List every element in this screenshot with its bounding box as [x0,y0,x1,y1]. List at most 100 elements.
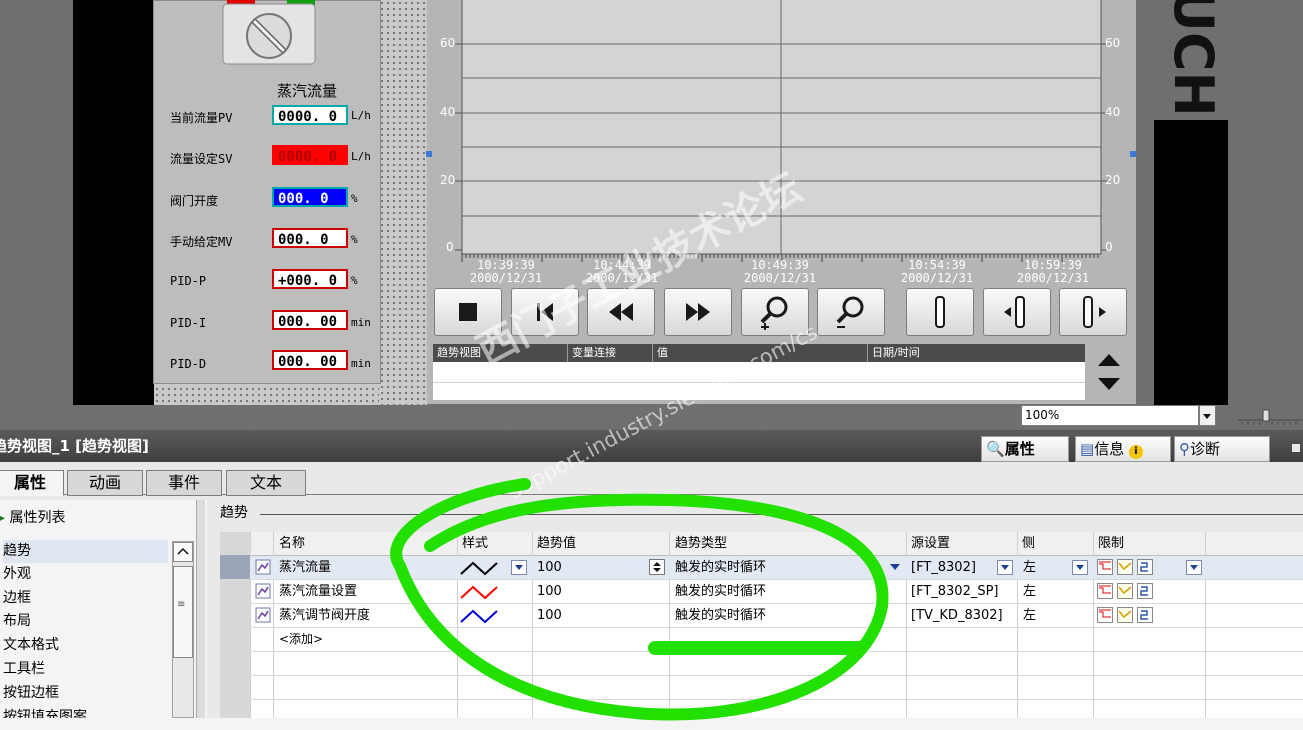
nav-item-appearance[interactable]: 外观 [3,563,31,586]
row-1-source-dropdown[interactable] [997,560,1013,575]
row-3-style-swatch[interactable] [459,607,507,625]
zoom-level-select[interactable]: 100% [1021,405,1199,426]
row-1-value[interactable]: 100 [537,556,562,579]
y-tick-left-60: 60 [440,36,456,50]
property-list-header[interactable]: ▸ 属性列表 [0,507,65,527]
col-datetime[interactable]: 日期/时间 [868,344,1082,362]
first-button[interactable] [511,288,579,336]
col-limits[interactable]: 限制 [1098,532,1124,555]
row-selector-active[interactable] [220,555,250,579]
scroll-thumb[interactable] [173,566,193,658]
row-2-source[interactable]: [FT_8302_SP] [911,580,999,603]
tab-properties[interactable]: 属性 [0,470,64,496]
table-scroll-arrows[interactable] [1095,350,1123,394]
col-tag-connection[interactable]: 变量连接 [568,344,653,362]
tab-texts[interactable]: 文本 [226,470,306,496]
trend-icon [255,559,271,575]
tab-diagnostics[interactable]: ⚲诊断 [1174,436,1270,462]
mv-unit: % [351,233,358,246]
pid-d-field[interactable]: 000. 00 [272,350,348,370]
row-1-side[interactable]: 左 [1023,556,1036,579]
zoom-out-button[interactable] [817,288,885,336]
col-source[interactable]: 源设置 [911,532,950,555]
row-3-source[interactable]: [TV_KD_8302] [911,604,1003,627]
row-1-name[interactable]: 蒸汽流量 [279,556,331,579]
nav-item-toolbar[interactable]: 工具栏 [3,658,45,681]
tab-events[interactable]: 事件 [146,470,222,496]
scroll-up-button[interactable] [173,542,193,562]
row-1-source[interactable]: [FT_8302] [911,556,976,579]
row-1-type-dropdown[interactable] [887,560,903,575]
ruler-right-button[interactable] [1059,288,1127,336]
stop-button[interactable] [434,288,502,336]
tab-properties-right[interactable]: 🔍属性 [981,436,1069,462]
selector-switch-icon[interactable] [221,0,317,66]
row-1-style-dropdown[interactable] [511,560,527,575]
nav-item-button-fill[interactable]: 按钮填充图案 [3,706,87,718]
y-tick-left-0: 0 [446,240,454,254]
pid-d-unit: min [351,357,371,370]
col-name[interactable]: 名称 [279,532,305,555]
row-1-limit-icons[interactable] [1097,559,1161,575]
splitter[interactable] [196,500,205,718]
rewind-button[interactable] [587,288,655,336]
side-label-text: UCH [1162,0,1225,117]
sv-label: 流量设定SV [170,152,233,166]
y-tick-left-40: 40 [440,105,456,119]
zoom-out-icon [836,296,864,328]
row-1-limit-dropdown[interactable] [1186,560,1202,575]
row-2-style-swatch[interactable] [459,583,507,601]
forward-button[interactable] [664,288,732,336]
spinner-icon[interactable] [649,559,665,575]
mv-value-field[interactable]: 000. 0 [272,228,348,248]
row-3-value[interactable]: 100 [537,604,562,627]
zoom-slider[interactable] [1236,408,1303,426]
value-table-divider [433,382,1085,383]
tab-info[interactable]: ▤信息 i [1075,436,1171,462]
col-side[interactable]: 侧 [1022,532,1035,555]
row-1-side-dropdown[interactable] [1072,560,1088,575]
valve-value-field[interactable]: 000. 0 [272,187,348,207]
col-trend-view[interactable]: 趋势视图 [433,344,568,362]
nav-item-button-border[interactable]: 按钮边框 [3,682,59,705]
col-value[interactable]: 值 [653,344,868,362]
nav-item-text-format[interactable]: 文本格式 [3,634,59,657]
row-2-side[interactable]: 左 [1023,580,1036,603]
tab-animation[interactable]: 动画 [67,470,143,496]
row-1-style-swatch[interactable] [459,559,507,577]
row-3-name[interactable]: 蒸汽调节阀开度 [279,604,370,627]
x-tick-4: 10:54:39 2000/12/31 [900,258,974,285]
section-rule [260,514,1303,515]
chevron-up-icon [177,547,189,555]
sv-value-field[interactable]: 0000. 0 [272,145,348,165]
row-1-type[interactable]: 触发的实时循环 [675,556,766,579]
nav-item-border[interactable]: 边框 [3,587,31,610]
row-3-type[interactable]: 触发的实时循环 [675,604,766,627]
zoom-in-button[interactable] [741,288,809,336]
zoom-dropdown-button[interactable] [1199,405,1216,426]
row-2-limit-icons[interactable] [1097,583,1161,599]
pid-i-field[interactable]: 000. 00 [272,310,348,330]
pv-value-field[interactable]: 0000. 0 [272,105,348,125]
nav-item-layout[interactable]: 布局 [3,610,31,633]
row-3-limit-icons[interactable] [1097,607,1161,623]
resize-handle-left[interactable] [426,151,432,157]
row-2-name[interactable]: 蒸汽流量设置 [279,580,357,603]
ruler-button[interactable] [906,288,974,336]
slider-thumb [1262,409,1270,422]
col-trend-type[interactable]: 趋势类型 [675,532,727,555]
col-trend-value[interactable]: 趋势值 [537,532,576,555]
panel-menu-icon[interactable] [1292,444,1300,452]
ruler-left-button[interactable] [983,288,1051,336]
col-style[interactable]: 样式 [462,532,488,555]
magnifier-icon: 🔍 [986,440,1005,458]
pid-p-field[interactable]: +000. 0 [272,269,348,289]
row-2-value[interactable]: 100 [537,580,562,603]
resize-handle-right[interactable] [1130,151,1136,157]
add-row[interactable]: <添加> [279,628,323,651]
nav-item-trend[interactable]: 趋势 [3,540,168,563]
row-3-side[interactable]: 左 [1023,604,1036,627]
section-title: 趋势 [220,505,248,521]
row-2-type[interactable]: 触发的实时循环 [675,580,766,603]
inspector-title: 趋势视图_1 [趋势视图] [0,437,149,455]
